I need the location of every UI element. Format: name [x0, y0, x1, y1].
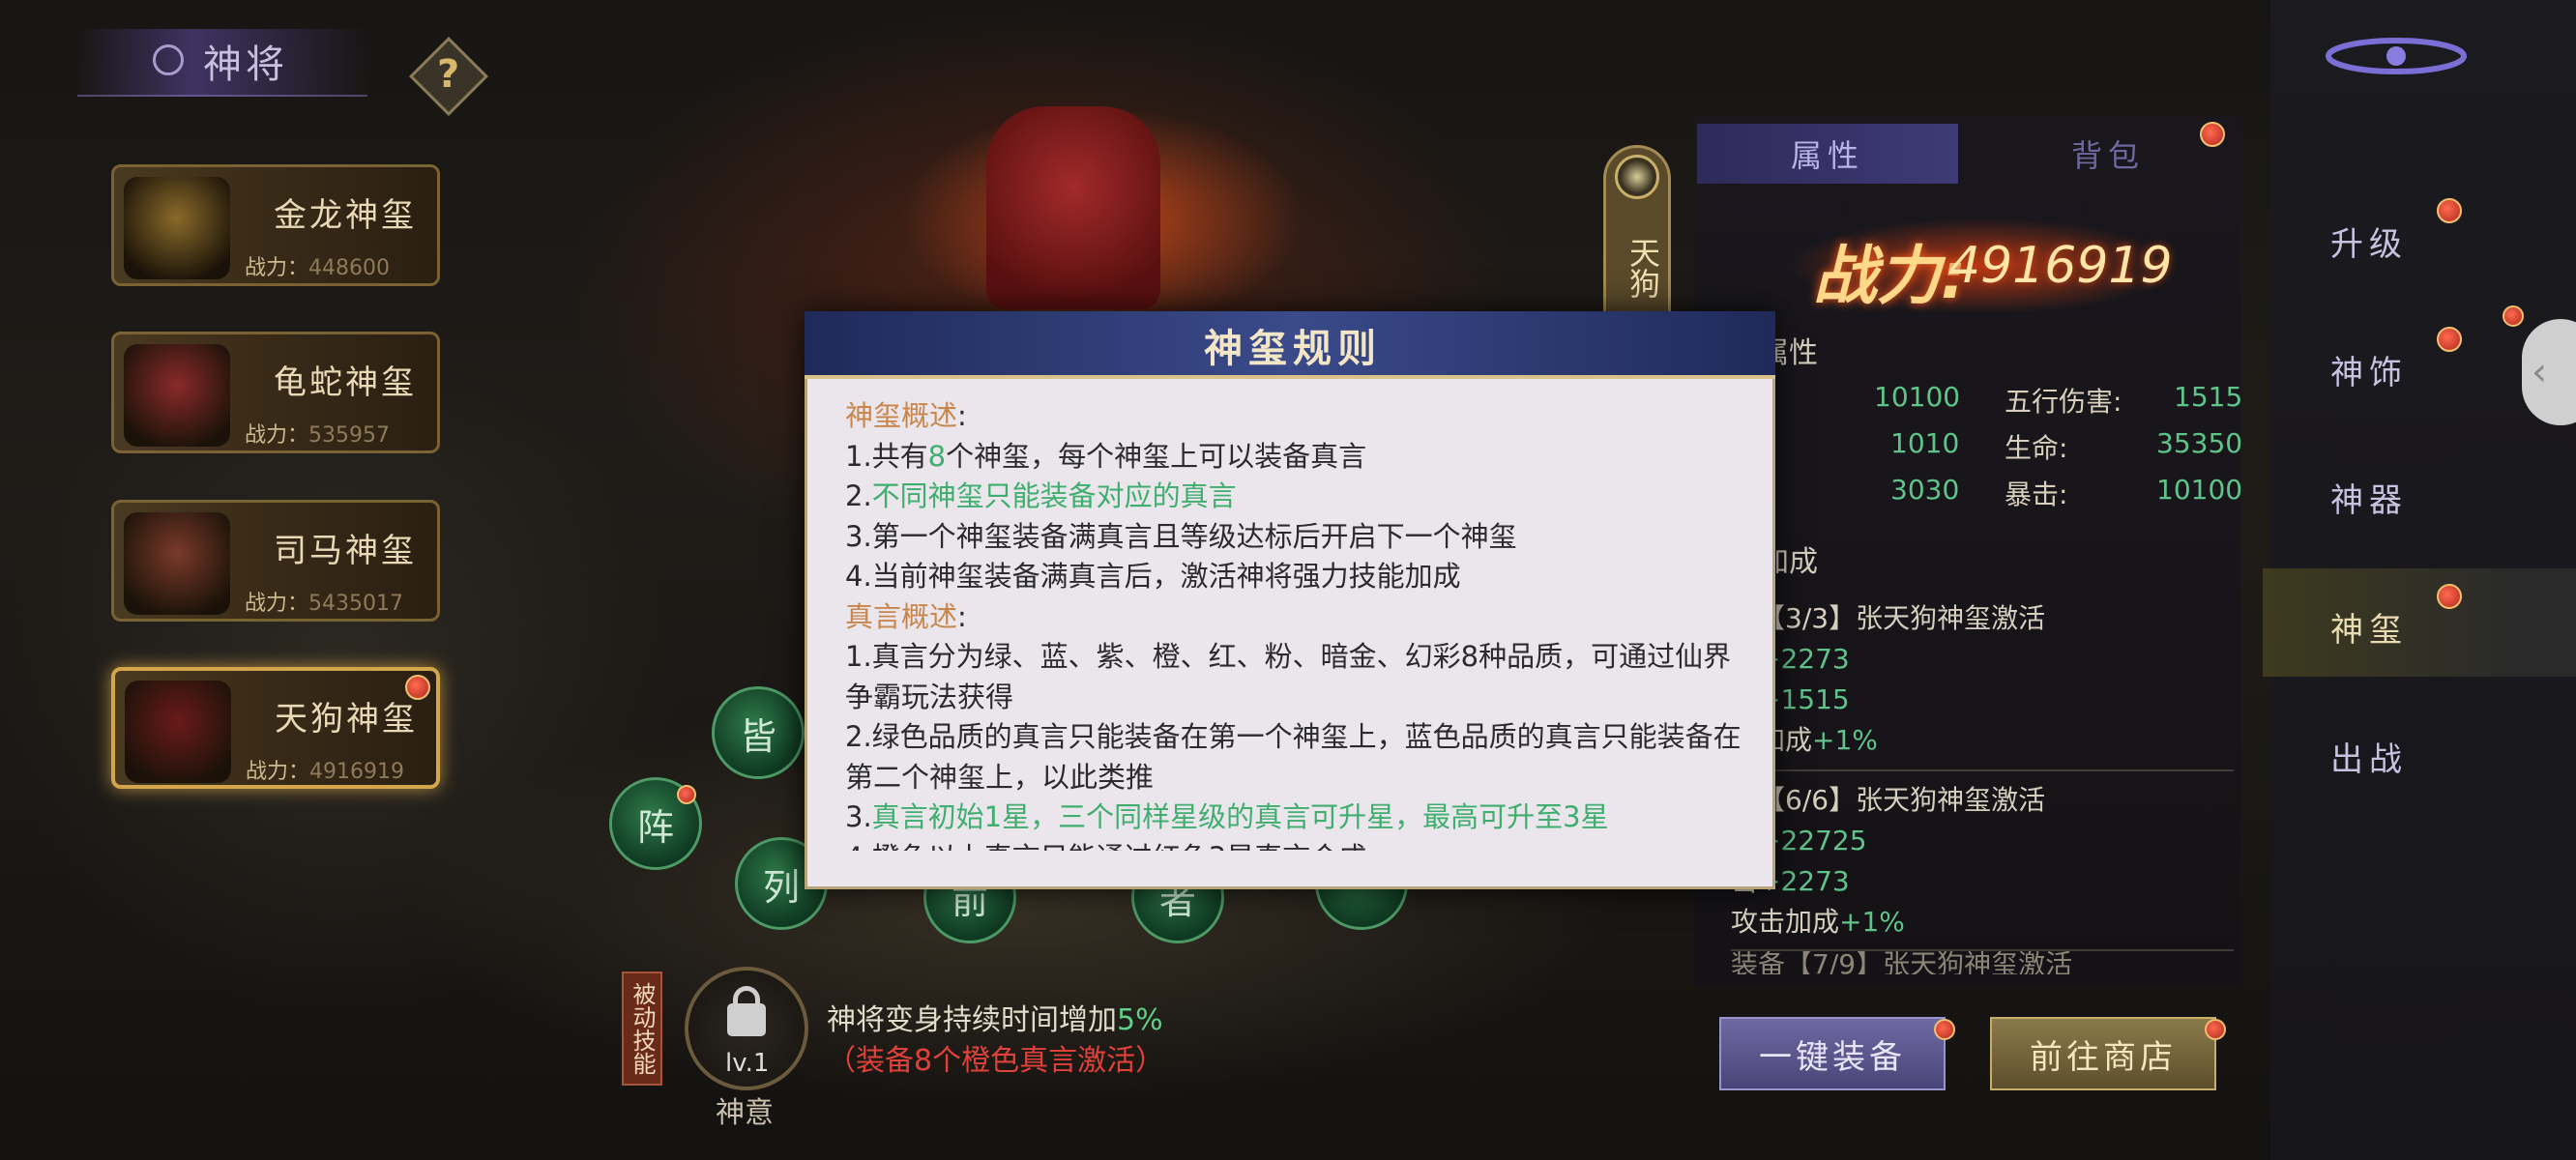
- bonus-3-clip: 装备【7/9】张天狗神玺激活: [1694, 951, 2240, 974]
- stat-label: 生命:: [2005, 432, 2068, 464]
- one-click-equip-button[interactable]: 一键装备: [1719, 1017, 1946, 1090]
- notification-dot: [1934, 1019, 1955, 1040]
- lock-icon: [727, 1003, 766, 1036]
- rules-line: 2.不同神玺只能装备对应的真言: [845, 479, 1237, 512]
- seal-image: [125, 681, 231, 783]
- stat-value: 3030: [1890, 474, 1960, 506]
- power-value: 4916919: [1948, 237, 2173, 295]
- seal-image: [124, 344, 230, 447]
- notification-dot: [2503, 305, 2524, 327]
- seal-image: [124, 177, 230, 279]
- bonus-line: 攻击加成+1%: [1731, 906, 1905, 938]
- stat-label: 暴击:: [2005, 478, 2068, 510]
- bonus-2-head: 备【6/6】张天狗神玺激活: [1731, 784, 2046, 816]
- eye-logo-icon: [2326, 38, 2467, 74]
- side-drawer-handle[interactable]: [2522, 319, 2576, 425]
- seal-power: 战力：5435017: [245, 592, 403, 616]
- seal-power: 战力：535957: [245, 423, 390, 448]
- nav-artifact[interactable]: 神器: [2330, 474, 2427, 521]
- nav-seal[interactable]: 神玺: [2330, 603, 2427, 651]
- tab-attributes[interactable]: 属性: [1697, 124, 1958, 184]
- notification-dot: [677, 785, 696, 804]
- tiangou-seal-statue: [986, 106, 1160, 309]
- skill-desc-prefix: 神将变身持续时间增加: [827, 1003, 1117, 1037]
- bonus-3-head: 装备【7/9】张天狗神玺激活: [1731, 951, 2073, 974]
- divider: [1731, 769, 2234, 771]
- nav-ornament[interactable]: 神饰: [2330, 346, 2427, 393]
- seal-card[interactable]: 天狗神玺战力：4916919: [111, 667, 440, 789]
- notification-dot: [2205, 1019, 2226, 1040]
- notification-dot: [2437, 584, 2462, 609]
- rules-line: 2.绿色品质的真言只能装备在第一个神玺上，蓝色品质的真言只能装备在第二个神玺上，…: [845, 720, 1742, 794]
- rules-section-heading: 真言概述:: [845, 599, 967, 633]
- notification-dot: [405, 675, 430, 700]
- rules-line: 3.真言初始1星，三个同样星级的真言可升星，最高可升至3星: [845, 800, 1609, 833]
- stat-value: 1515: [2174, 381, 2243, 413]
- passive-skill-tag: 被动技能: [622, 972, 662, 1086]
- go-to-shop-button[interactable]: 前往商店: [1990, 1017, 2216, 1090]
- rules-dialog-title: 神玺规则: [1204, 327, 1382, 371]
- skill-desc-value: 5%: [1117, 1003, 1163, 1037]
- eye-icon: [1615, 155, 1659, 199]
- stat-value: 10100: [2156, 474, 2243, 506]
- bonus-1-head: 备【3/3】张天狗神玺激活: [1731, 602, 2046, 634]
- seal-card[interactable]: 司马神玺战力：5435017: [111, 500, 440, 622]
- skill-requirement: （装备8个橙色真言激活）: [827, 1044, 1165, 1078]
- help-question-icon[interactable]: ?: [437, 52, 459, 97]
- seal-name: 龟蛇神玺: [274, 363, 417, 402]
- seal-name: 司马神玺: [274, 532, 417, 570]
- rules-line: 4.橙色以上真言只能通过红色3星真言合成: [845, 838, 1744, 852]
- rules-section-heading: 神玺概述:: [845, 399, 967, 432]
- chevron-left-icon[interactable]: ‹: [2532, 350, 2547, 394]
- seal-name: 天狗神玺: [275, 700, 418, 739]
- stat-value: 1010: [1890, 427, 1960, 459]
- skill-description: 神将变身持续时间增加5%: [827, 996, 1163, 1038]
- header-emblem-icon: [153, 44, 184, 75]
- rules-line: 1.真言分为绿、蓝、紫、橙、红、粉、暗金、幻彩8种品质，可通过仙界争霸玩法获得: [845, 640, 1732, 713]
- rules-line: 3.第一个神玺装备满真言且等级达标后开启下一个神玺: [845, 519, 1517, 553]
- tiangou-tag-label: 天狗: [1625, 237, 1661, 299]
- seal-image: [124, 512, 230, 615]
- power-label: 战力:: [1813, 239, 1967, 313]
- rules-line: 4.当前神玺装备满真言后，激活神将强力技能加成: [845, 560, 1461, 593]
- seal-power: 战力：4916919: [246, 760, 404, 784]
- seal-name: 金龙神玺: [274, 196, 417, 235]
- seal-card[interactable]: 金龙神玺战力：448600: [111, 164, 440, 286]
- stat-value: 10100: [1874, 381, 1961, 413]
- seal-power: 战力：448600: [245, 256, 390, 280]
- seal-card[interactable]: 龟蛇神玺战力：535957: [111, 332, 440, 453]
- page-title: 神将: [203, 43, 288, 87]
- skill-name: 神意: [716, 1096, 774, 1130]
- mantra-slot[interactable]: 皆: [712, 686, 805, 779]
- rules-dialog-body[interactable]: 神玺概述: 1.共有8个神玺，每个神玺上可以装备真言 2.不同神玺只能装备对应的…: [845, 396, 1744, 851]
- notification-dot: [2200, 122, 2225, 147]
- skill-level: lv.1: [725, 1049, 770, 1078]
- rules-line: 1.共有8个神玺，每个神玺上可以装备真言: [845, 439, 1367, 473]
- stat-value: 35350: [2156, 427, 2243, 459]
- nav-upgrade[interactable]: 升级: [2330, 218, 2427, 265]
- nav-deploy[interactable]: 出战: [2330, 733, 2427, 780]
- notification-dot: [2437, 327, 2462, 352]
- notification-dot: [2437, 198, 2462, 223]
- stat-label: 五行伤害:: [2005, 386, 2122, 418]
